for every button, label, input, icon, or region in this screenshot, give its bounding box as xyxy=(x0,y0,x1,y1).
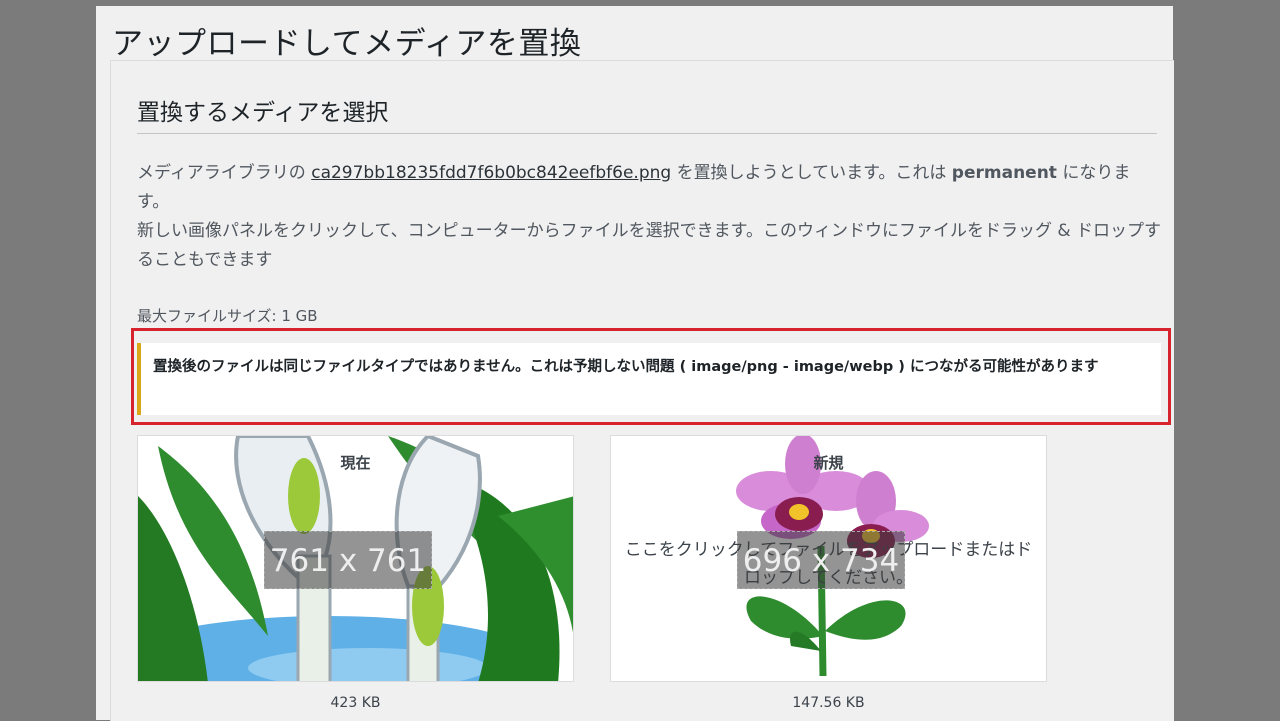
section-divider xyxy=(137,133,1157,134)
new-label: 新規 xyxy=(813,454,844,472)
current-dimensions-badge: 761 x 761 xyxy=(264,531,432,589)
replace-media-panel: 置換するメディアを選択 メディアライブラリの ca297bb18235fdd7f… xyxy=(110,60,1174,721)
current-image-panel: 現在 761 x 761 xyxy=(137,435,574,682)
current-label: 現在 xyxy=(340,454,371,472)
new-image-panel[interactable]: 新規 ここをクリックしてファイルをアップロードまたはドロップしてください。 69… xyxy=(610,435,1047,682)
description-line-2: 新しい画像パネルをクリックして、コンピューターからファイルを選択できます。このウ… xyxy=(137,221,1162,270)
new-dimensions-badge: 696 x 734 xyxy=(737,531,905,589)
description-line-1: メディアライブラリの ca297bb18235fdd7f6b0bc842eefb… xyxy=(137,159,1161,217)
desc-prefix: メディアライブラリの xyxy=(137,163,312,183)
highlight-annotation-box xyxy=(131,328,1171,425)
max-file-size: 最大ファイルサイズ: 1 GB xyxy=(137,307,318,325)
section-title: 置換するメディアを選択 xyxy=(137,100,389,126)
current-file-size: 423 KB xyxy=(330,695,381,711)
page-title: アップロードしてメディアを置換 xyxy=(112,26,582,62)
current-file-link[interactable]: ca297bb18235fdd7f6b0bc842eefbf6e.png xyxy=(311,163,671,183)
description: メディアライブラリの ca297bb18235fdd7f6b0bc842eefb… xyxy=(137,159,1161,275)
desc-middle: を置換しようとしています。これは xyxy=(671,163,952,183)
replace-media-page: アップロードしてメディアを置換 置換するメディアを選択 メディアライブラリの c… xyxy=(96,6,1174,721)
new-file-size: 147.56 KB xyxy=(792,695,865,711)
mode-permanent: permanent xyxy=(951,163,1057,183)
